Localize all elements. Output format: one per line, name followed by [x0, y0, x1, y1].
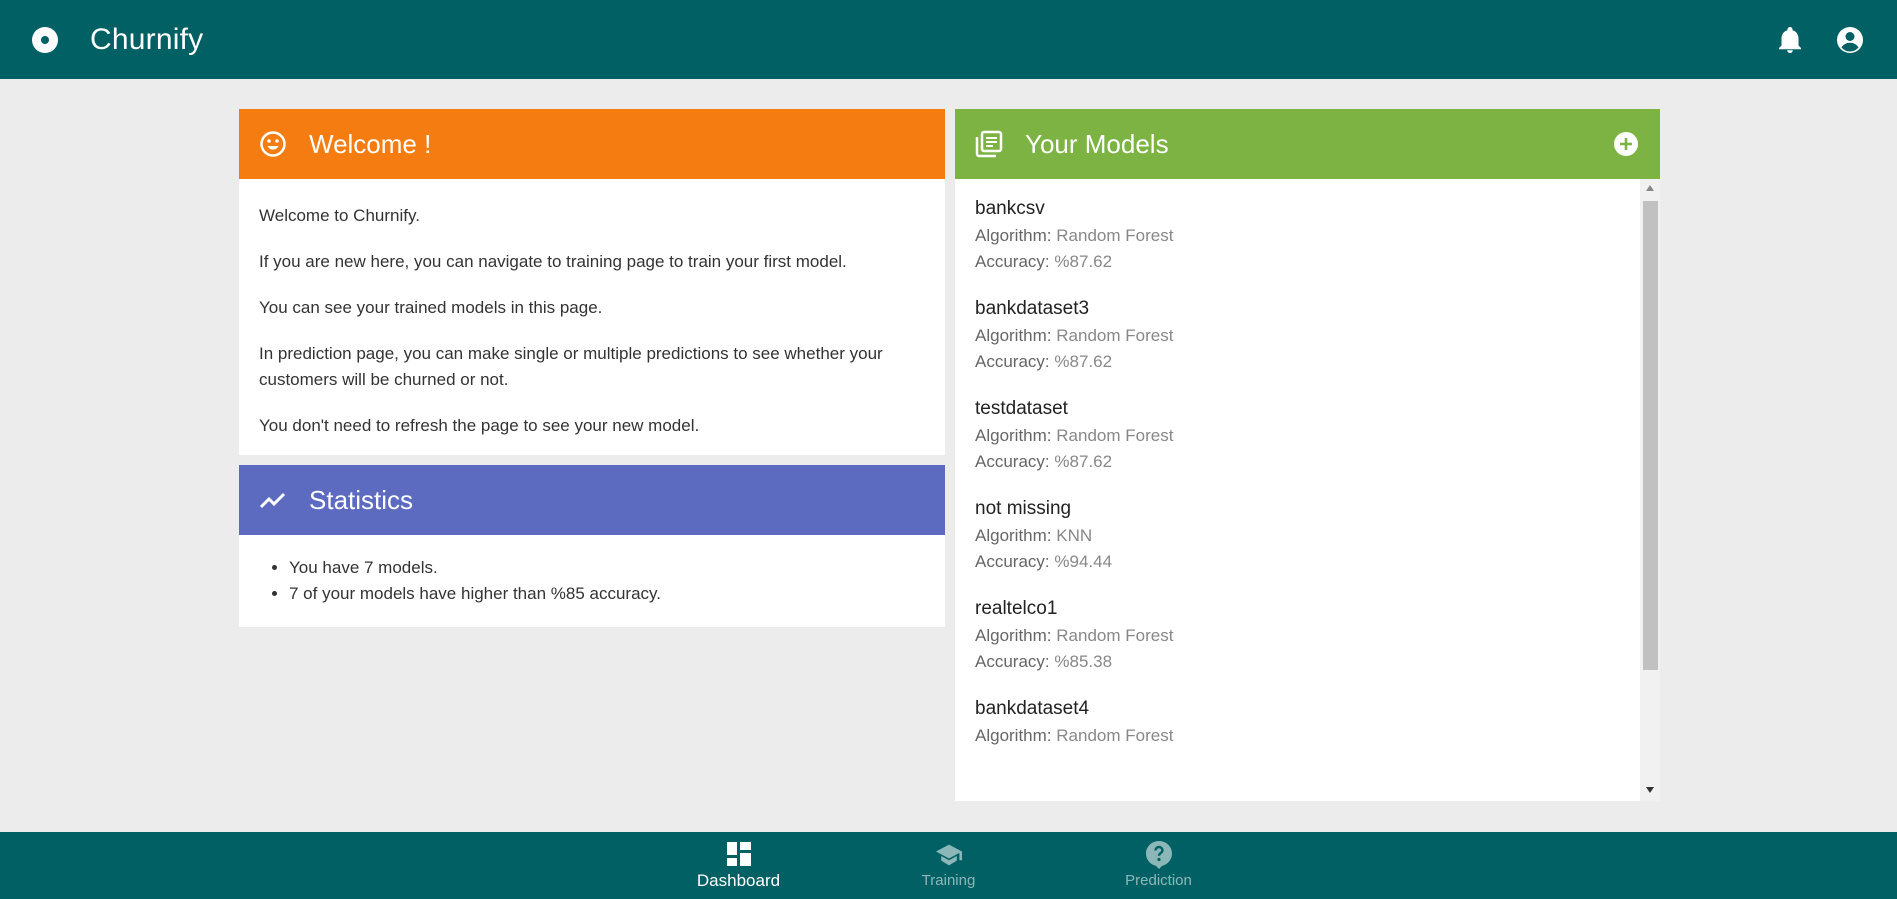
nav-item-dashboard[interactable]: Dashboard — [634, 832, 844, 899]
model-algorithm: Algorithm: Random Forest — [975, 423, 1620, 449]
model-name: bankdataset3 — [975, 298, 1090, 319]
library-books-icon — [975, 130, 1003, 158]
nav-label-training: Training — [921, 872, 976, 889]
accuracy-label: Accuracy: — [975, 352, 1050, 371]
model-accuracy: Accuracy: %87.62 — [975, 449, 1620, 475]
welcome-paragraph: If you are new here, you can navigate to… — [259, 252, 847, 271]
accuracy-value: %87.62 — [1054, 352, 1113, 371]
scroll-up-arrow-icon[interactable] — [1646, 185, 1654, 191]
trending-up-icon — [259, 486, 287, 514]
dashboard-icon — [726, 841, 752, 867]
model-accuracy: Accuracy: %85.38 — [975, 649, 1620, 675]
statistics-card-header: Statistics — [239, 465, 945, 535]
model-algorithm: Algorithm: Random Forest — [975, 723, 1620, 749]
model-name: realtelco1 — [975, 598, 1058, 619]
welcome-card-body: Welcome to Churnify. If you are new here… — [239, 179, 945, 475]
model-algorithm: Algorithm: KNN — [975, 523, 1620, 549]
models-card-header: Your Models — [955, 109, 1660, 179]
welcome-card: Welcome ! Welcome to Churnify. If you ar… — [239, 109, 945, 455]
model-list-item[interactable]: bankdataset4 Algorithm: Random Forest — [975, 695, 1620, 749]
app-title: Churnify — [90, 22, 204, 56]
algorithm-label: Algorithm: — [975, 626, 1052, 645]
accuracy-label: Accuracy: — [975, 552, 1050, 571]
account-circle-icon[interactable] — [1835, 25, 1865, 55]
accuracy-value: %87.62 — [1054, 452, 1113, 471]
model-list-item[interactable]: not missing Algorithm: KNN Accuracy: %94… — [975, 495, 1620, 575]
statistics-card: Statistics You have 7 models. 7 of your … — [239, 465, 945, 627]
accuracy-label: Accuracy: — [975, 452, 1050, 471]
models-card: Your Models bankcsv Algorithm: Random Fo… — [955, 109, 1660, 801]
welcome-paragraph: You don't need to refresh the page to se… — [259, 416, 700, 435]
model-accuracy: Accuracy: %87.62 — [975, 349, 1620, 375]
model-name: bankcsv — [975, 198, 1045, 219]
algorithm-label: Algorithm: — [975, 726, 1052, 745]
models-list[interactable]: bankcsv Algorithm: Random Forest Accurac… — [955, 179, 1640, 801]
nav-label-dashboard: Dashboard — [696, 870, 781, 890]
nav-item-prediction[interactable]: Prediction — [1054, 832, 1264, 899]
welcome-paragraph: In prediction page, you can make single … — [259, 344, 883, 389]
add-circle-icon — [1614, 132, 1638, 156]
help-icon — [1145, 841, 1172, 869]
school-icon — [935, 842, 962, 868]
algorithm-label: Algorithm: — [975, 426, 1052, 445]
model-list-item[interactable]: realtelco1 Algorithm: Random Forest Accu… — [975, 595, 1620, 675]
statistics-card-title: Statistics — [309, 484, 414, 515]
algorithm-value: Random Forest — [1056, 426, 1174, 445]
accuracy-value: %85.38 — [1054, 652, 1113, 671]
models-card-title: Your Models — [1025, 128, 1169, 159]
algorithm-label: Algorithm: — [975, 326, 1052, 345]
accuracy-label: Accuracy: — [975, 252, 1050, 271]
welcome-card-title: Welcome ! — [309, 128, 432, 159]
add-model-button[interactable] — [1612, 130, 1640, 158]
algorithm-value: KNN — [1056, 526, 1093, 545]
model-name: testdataset — [975, 398, 1068, 419]
algorithm-value: Random Forest — [1056, 626, 1174, 645]
statistics-list: You have 7 models. 7 of your models have… — [239, 535, 945, 607]
model-name: bankdataset4 — [975, 698, 1090, 719]
model-name: not missing — [975, 498, 1072, 519]
bottom-navigation: Dashboard Training Prediction — [0, 832, 1897, 899]
models-list-scrollbar[interactable] — [1640, 179, 1660, 801]
smiley-face-icon — [259, 130, 287, 158]
model-accuracy: Accuracy: %94.44 — [975, 549, 1620, 575]
model-list-item[interactable]: bankcsv Algorithm: Random Forest Accurac… — [975, 195, 1620, 275]
algorithm-value: Random Forest — [1056, 726, 1174, 745]
logo-icon[interactable] — [32, 26, 58, 53]
nav-label-prediction: Prediction — [1125, 872, 1192, 889]
accuracy-value: %87.62 — [1054, 252, 1113, 271]
statistics-item: You have 7 models. — [289, 555, 945, 581]
model-algorithm: Algorithm: Random Forest — [975, 223, 1620, 249]
statistics-item: 7 of your models have higher than %85 ac… — [289, 581, 945, 607]
model-list-item[interactable]: bankdataset3 Algorithm: Random Forest Ac… — [975, 295, 1620, 375]
model-accuracy: Accuracy: %87.62 — [975, 249, 1620, 275]
algorithm-value: Random Forest — [1056, 326, 1174, 345]
welcome-card-header: Welcome ! — [239, 109, 945, 179]
model-algorithm: Algorithm: Random Forest — [975, 323, 1620, 349]
nav-item-training[interactable]: Training — [844, 832, 1054, 899]
algorithm-label: Algorithm: — [975, 526, 1052, 545]
welcome-paragraph: Welcome to Churnify. — [259, 206, 420, 225]
algorithm-label: Algorithm: — [975, 226, 1052, 245]
algorithm-value: Random Forest — [1056, 226, 1174, 245]
accuracy-value: %94.44 — [1054, 552, 1113, 571]
scrollbar-thumb[interactable] — [1643, 201, 1658, 670]
notifications-bell-icon[interactable] — [1775, 25, 1805, 55]
scroll-down-arrow-icon[interactable] — [1646, 787, 1654, 793]
accuracy-label: Accuracy: — [975, 652, 1050, 671]
model-algorithm: Algorithm: Random Forest — [975, 623, 1620, 649]
model-list-item[interactable]: testdataset Algorithm: Random Forest Acc… — [975, 395, 1620, 475]
app-bar: Churnify — [0, 0, 1897, 79]
welcome-paragraph: You can see your trained models in this … — [259, 298, 603, 317]
